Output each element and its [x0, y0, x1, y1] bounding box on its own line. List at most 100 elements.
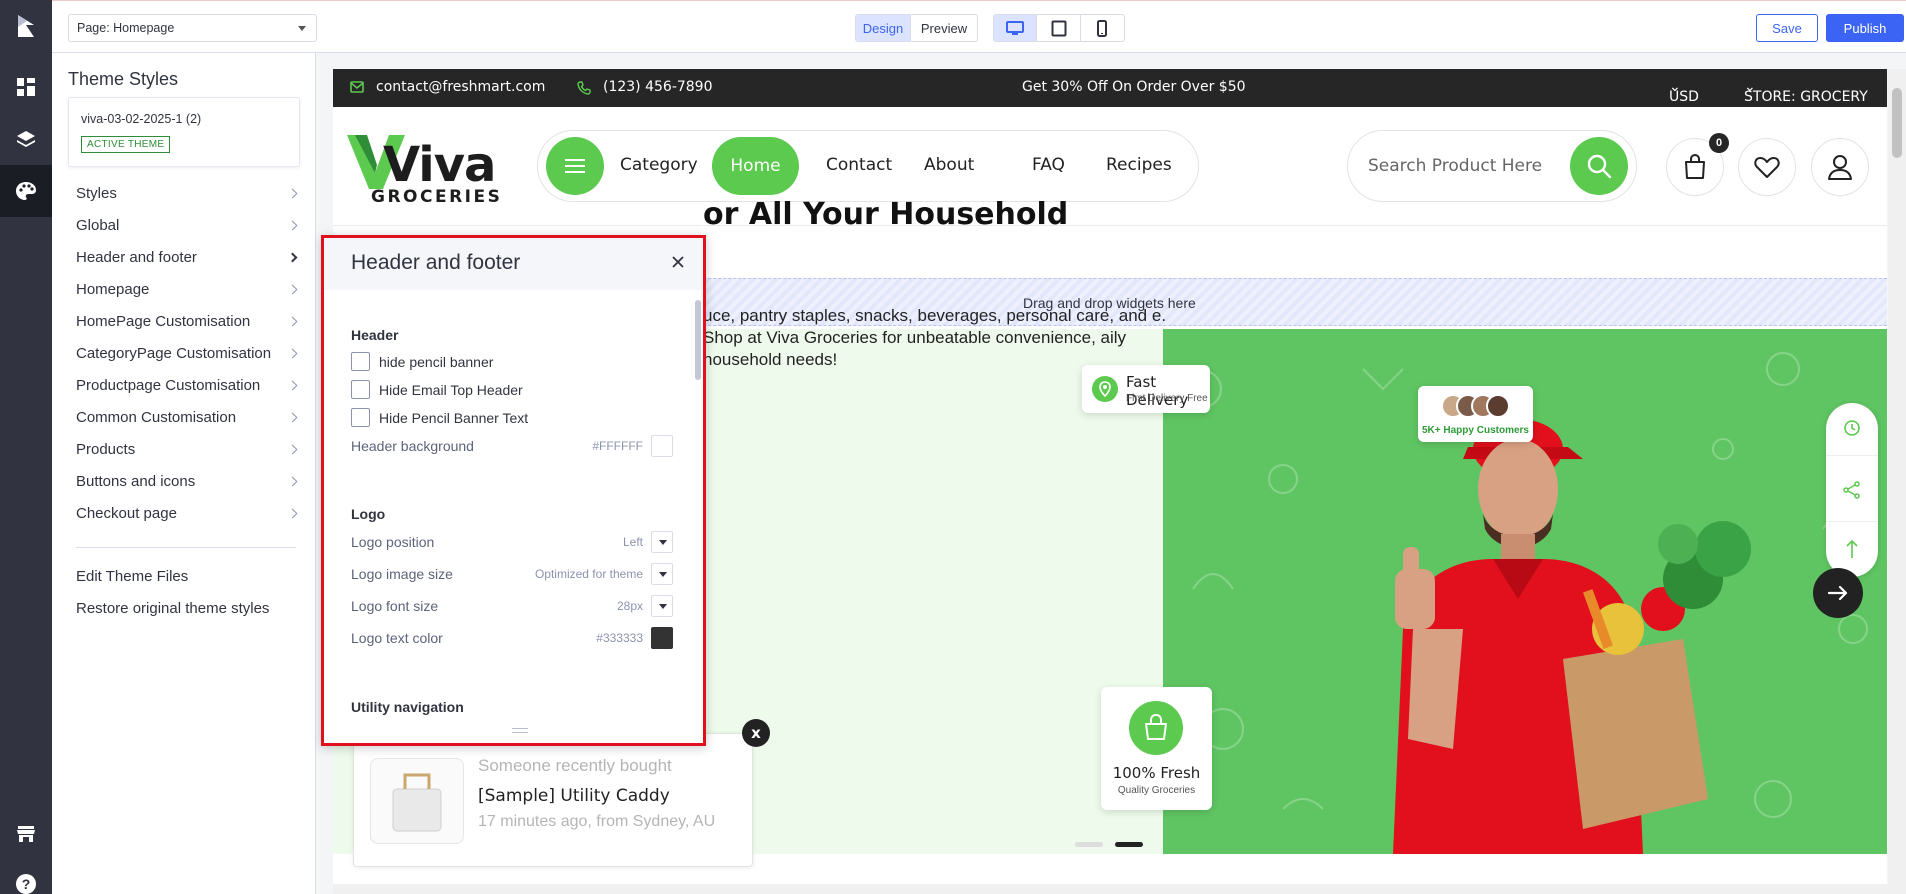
nav-category[interactable]: Category: [620, 155, 698, 175]
currency-select[interactable]: USD ⌄: [1669, 79, 1699, 105]
sidebar-item-productpage-customisation[interactable]: Productpage Customisation: [76, 375, 298, 397]
floating-tools: [1826, 403, 1878, 577]
menu-button[interactable]: [546, 137, 604, 195]
sidebar-item-homepage-customisation[interactable]: HomePage Customisation: [76, 311, 298, 333]
vertical-scrollbar[interactable]: [1888, 69, 1906, 894]
nav-contact[interactable]: Contact: [826, 155, 892, 175]
chevron-right-icon: [287, 188, 298, 199]
top-bar: Page: Homepage Design Preview Save Publi…: [52, 0, 1906, 53]
storefront-icon[interactable]: [0, 808, 52, 860]
design-tab[interactable]: Design: [856, 15, 911, 41]
logo-text-color-swatch[interactable]: [651, 627, 673, 649]
phone-icon: [577, 81, 591, 95]
utility-navigation-section-title: Utility navigation: [351, 699, 464, 715]
widgets-icon[interactable]: [0, 61, 52, 113]
wishlist-button[interactable]: [1738, 138, 1796, 196]
sidebar-item-label: Styles: [76, 185, 117, 202]
edit-theme-files-link[interactable]: Edit Theme Files: [76, 566, 298, 588]
logo-position-dropdown[interactable]: [651, 531, 673, 553]
cart-button[interactable]: 0: [1666, 133, 1729, 196]
hide-pencil-banner-text-checkbox[interactable]: Hide Pencil Banner Text: [351, 408, 651, 428]
search-icon: [1587, 154, 1612, 179]
search-button[interactable]: [1570, 137, 1628, 195]
hide-pencil-banner-checkbox[interactable]: hide pencil banner: [351, 352, 651, 372]
save-button[interactable]: Save: [1756, 14, 1818, 42]
header-section-title: Header: [351, 327, 399, 343]
store-logo[interactable]: Viva GROCERIES: [345, 129, 500, 207]
logo-text-color-value: #333333: [596, 631, 643, 645]
header-background-swatch[interactable]: [651, 435, 673, 457]
panel-title: Header and footer: [351, 251, 521, 274]
sidebar-item-common-customisation[interactable]: Common Customisation: [76, 407, 298, 429]
panel-header: Header and footer: [324, 238, 703, 290]
horizontal-scrollbar[interactable]: [333, 884, 1888, 894]
nav-about[interactable]: About: [924, 155, 974, 175]
mobile-icon[interactable]: [1081, 15, 1124, 41]
arrow-up-icon[interactable]: [1845, 539, 1859, 559]
search-input[interactable]: Search Product Here: [1347, 130, 1637, 202]
logo-image-size-dropdown[interactable]: [651, 563, 673, 585]
sidebar-item-label: Homepage: [76, 281, 150, 298]
logo-image-size-row: Logo image size Optimized for theme: [351, 563, 673, 585]
share-icon[interactable]: [1843, 481, 1861, 499]
recent-purchase-toast[interactable]: Someone recently bought [Sample] Utility…: [353, 733, 753, 867]
sidebar-item-checkout-page[interactable]: Checkout page: [76, 503, 298, 525]
preview-tab[interactable]: Preview: [911, 15, 977, 41]
product-thumbnail: [370, 758, 464, 844]
next-slide-button[interactable]: [1813, 568, 1863, 618]
desktop-icon[interactable]: [994, 15, 1038, 41]
logo-word: Viva: [383, 137, 496, 193]
toast-product[interactable]: [Sample] Utility Caddy: [478, 786, 670, 806]
main-nav: Category Home Contact About FAQ Recipes: [537, 130, 1199, 202]
sidebar-item-global[interactable]: Global: [76, 215, 298, 237]
happy-customers-card: 5K+ Happy Customers: [1418, 386, 1533, 442]
sidebar-item-header-and-footer[interactable]: Header and footer: [76, 247, 298, 269]
store-phone[interactable]: (123) 456-7890: [603, 79, 713, 95]
logo-text-color-row: Logo text color #333333: [351, 627, 673, 649]
palette-icon[interactable]: [0, 165, 52, 217]
restore-theme-styles-link[interactable]: Restore original theme styles: [76, 598, 298, 620]
tablet-icon[interactable]: [1037, 15, 1081, 41]
help-icon[interactable]: ?: [0, 858, 52, 894]
nav-recipes[interactable]: Recipes: [1106, 155, 1172, 175]
sidebar-item-homepage[interactable]: Homepage: [76, 279, 298, 301]
resize-grip[interactable]: [512, 728, 528, 733]
promo-text: Get 30% Off On Order Over $50: [1022, 79, 1246, 95]
publish-button[interactable]: Publish: [1826, 14, 1904, 42]
nav-home[interactable]: Home: [712, 137, 799, 195]
chevron-right-icon: [287, 284, 298, 295]
chevron-right-icon: [287, 316, 298, 327]
hide-email-top-header-checkbox[interactable]: Hide Email Top Header: [351, 380, 651, 400]
close-icon[interactable]: [671, 255, 685, 269]
slide-dot-1[interactable]: [1075, 842, 1103, 847]
bigcommerce-logo-icon[interactable]: [0, 0, 52, 52]
sidebar-item-label: Header and footer: [76, 249, 197, 266]
sidebar-item-styles[interactable]: Styles: [76, 183, 298, 205]
logo-font-size-dropdown[interactable]: [651, 595, 673, 617]
checkbox[interactable]: [351, 352, 370, 371]
vertical-scrollbar-thumb[interactable]: [1892, 88, 1902, 158]
slide-dot-2[interactable]: [1115, 842, 1143, 847]
sidebar-item-label: Checkout page: [76, 505, 177, 522]
search-placeholder: Search Product Here: [1368, 156, 1543, 176]
location-pin-icon: [1092, 376, 1118, 402]
layers-icon[interactable]: [0, 113, 52, 165]
checkbox[interactable]: [351, 408, 370, 427]
account-button[interactable]: [1811, 138, 1869, 196]
store-select[interactable]: STORE: GROCERY ⌄: [1744, 79, 1868, 105]
history-icon[interactable]: [1843, 419, 1861, 437]
panel-scrollbar[interactable]: [695, 300, 701, 380]
chevron-right-icon: [287, 348, 298, 359]
nav-faq[interactable]: FAQ: [1032, 155, 1065, 175]
sidebar-item-products[interactable]: Products: [76, 439, 298, 461]
checkbox[interactable]: [351, 380, 370, 399]
page-select[interactable]: Page: Homepage: [68, 14, 317, 42]
chevron-right-icon: [287, 444, 298, 455]
user-icon: [1828, 155, 1852, 180]
sidebar-item-buttons-and-icons[interactable]: Buttons and icons: [76, 471, 298, 493]
sidebar-item-categorypage-customisation[interactable]: CategoryPage Customisation: [76, 343, 298, 365]
logo-position-value: Left: [622, 535, 643, 549]
fast-delivery-card: Fast Delivery First Delivery Free: [1082, 365, 1210, 413]
toast-close-button[interactable]: x: [742, 719, 770, 747]
store-email[interactable]: contact@freshmart.com: [376, 79, 545, 95]
